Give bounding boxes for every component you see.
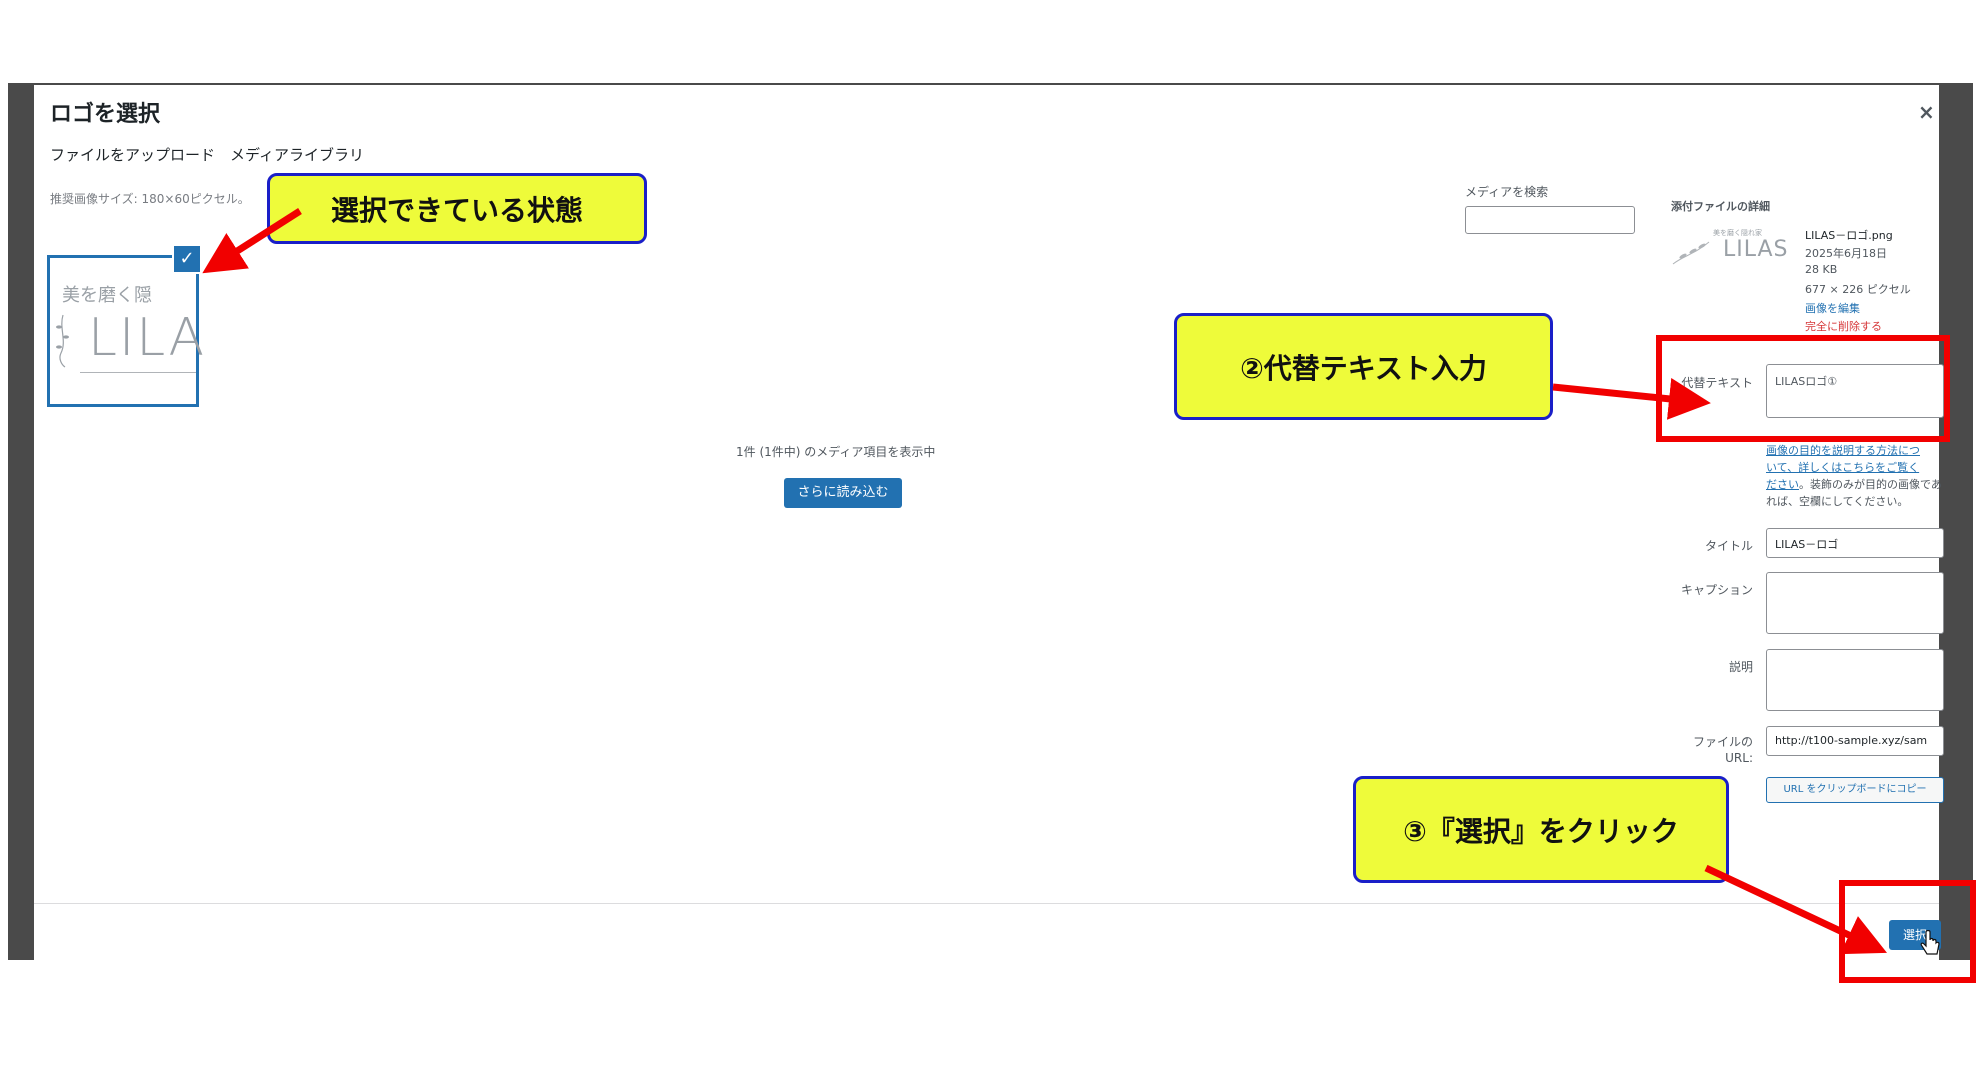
logo-wordmark: LILA xyxy=(88,308,207,368)
description-field[interactable] xyxy=(1766,649,1944,711)
media-count-text: 1件 (1件中) のメディア項目を表示中 xyxy=(736,445,936,459)
tab-media-library[interactable]: メディアライブラリ xyxy=(230,144,364,165)
file-size: 28 KB xyxy=(1805,263,1838,276)
upload-date: 2025年6月18日 xyxy=(1805,247,1887,260)
footer-divider xyxy=(34,903,1939,904)
title-field[interactable]: LILAS－ロゴ xyxy=(1766,528,1944,558)
search-media-input[interactable] xyxy=(1465,206,1635,234)
file-url-label-line1: ファイルの xyxy=(1692,735,1753,749)
modal-title: ロゴを選択 xyxy=(50,102,161,127)
title-label: タイトル xyxy=(1704,539,1753,553)
file-url-label-line2: URL: xyxy=(1725,751,1753,765)
alt-help-text: 画像の目的を説明する方法につ xyxy=(1766,444,1920,457)
select-button-highlight xyxy=(1839,880,1976,983)
alt-help-link[interactable]: いて、詳しくはこちらをご覧く xyxy=(1766,461,1919,474)
recommended-size-note: 推奨画像サイズ: 180×60ピクセル。 xyxy=(50,192,250,206)
file-url-label: ファイルの URL: xyxy=(1623,734,1753,766)
alt-help-link-2[interactable]: ださい xyxy=(1766,478,1799,491)
alt-text-highlight xyxy=(1656,335,1950,442)
edit-image-link[interactable]: 画像を編集 xyxy=(1805,300,1860,316)
file-name: LILAS－ロゴ.png xyxy=(1805,229,1893,242)
thumb-wordmark: LILAS xyxy=(1723,237,1789,262)
alt-text-help: 画像の目的を説明する方法につ いて、詳しくはこちらをご覧く ださい。装飾のみが目的の… xyxy=(1766,442,1946,510)
image-dimensions: 677 × 226 ピクセル xyxy=(1805,283,1911,296)
close-icon[interactable]: × xyxy=(1918,100,1935,124)
logo-underline xyxy=(80,372,196,373)
caption-field[interactable] xyxy=(1766,572,1944,634)
checkmark-icon[interactable]: ✓ xyxy=(174,246,200,272)
search-media-label: メディアを検索 xyxy=(1465,185,1549,199)
callout-click-select: ③『選択』をクリック xyxy=(1353,776,1729,883)
file-url-field[interactable]: http://t100-sample.xyz/sam xyxy=(1766,726,1944,756)
delete-permanently-link[interactable]: 完全に削除する xyxy=(1805,318,1882,334)
load-more-button[interactable]: さらに読み込む xyxy=(784,478,902,508)
caption-label: キャプション xyxy=(1680,583,1753,597)
attachment-details-heading: 添付ファイルの詳細 xyxy=(1671,200,1770,213)
attachment-thumbnail: 美を磨く隠れ家 LILAS xyxy=(1671,228,1791,268)
logo-tagline: 美を磨く隠 xyxy=(62,285,152,306)
tab-upload-files[interactable]: ファイルをアップロード xyxy=(50,144,215,165)
copy-url-button[interactable]: URL をクリップボードにコピー xyxy=(1766,777,1944,803)
leaf-icon xyxy=(1672,241,1710,265)
leaf-icon xyxy=(56,314,69,368)
media-thumbnail-selected[interactable]: 美を磨く隠 LILA xyxy=(47,255,204,407)
callout-alt-text: ②代替テキスト入力 xyxy=(1174,313,1553,420)
description-label: 説明 xyxy=(1728,660,1753,674)
callout-selected-state: 選択できている状態 xyxy=(267,173,647,244)
